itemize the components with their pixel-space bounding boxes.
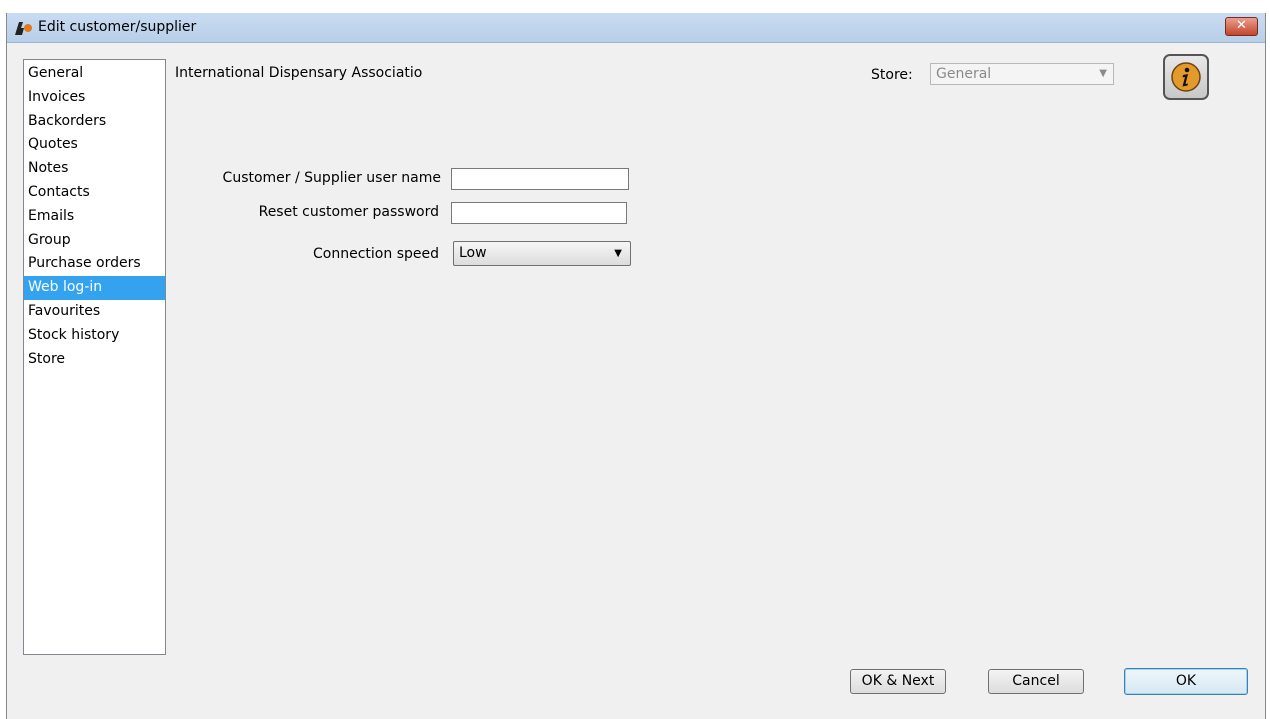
store-select: General ▼ — [930, 63, 1114, 85]
info-button[interactable] — [1163, 54, 1209, 100]
cancel-button[interactable]: Cancel — [988, 669, 1084, 694]
username-label: Customer / Supplier user name — [222, 170, 441, 186]
sidebar-item-emails[interactable]: Emails — [24, 205, 165, 229]
close-button[interactable]: ✕ — [1225, 17, 1258, 36]
sidebar-item-store[interactable]: Store — [24, 348, 165, 372]
sidebar-item-notes[interactable]: Notes — [24, 157, 165, 181]
window-title: Edit customer/supplier — [38, 19, 197, 35]
chevron-down-icon: ▼ — [614, 248, 622, 259]
app-icon — [15, 22, 32, 35]
sidebar-item-group[interactable]: Group — [24, 229, 165, 253]
sidebar-item-contacts[interactable]: Contacts — [24, 181, 165, 205]
chevron-down-icon: ▼ — [1099, 68, 1107, 79]
ok-button[interactable]: OK — [1124, 668, 1248, 695]
store-select-value: General — [936, 66, 992, 82]
info-icon — [1171, 62, 1201, 92]
password-input[interactable] — [451, 202, 627, 224]
sidebar-item-invoices[interactable]: Invoices — [24, 86, 165, 110]
sidebar-item-purchase-orders[interactable]: Purchase orders — [24, 252, 165, 276]
sidebar-item-backorders[interactable]: Backorders — [24, 110, 165, 134]
username-input[interactable] — [451, 168, 629, 190]
connection-speed-select[interactable]: Low ▼ — [453, 241, 631, 266]
connection-speed-label: Connection speed — [313, 246, 439, 262]
sidebar-item-quotes[interactable]: Quotes — [24, 133, 165, 157]
sidebar-item-favourites[interactable]: Favourites — [24, 300, 165, 324]
customer-name: International Dispensary Associatio — [175, 65, 423, 81]
title-bar[interactable]: Edit customer/supplier ✕ — [7, 13, 1265, 43]
sidebar-item-web-log-in[interactable]: Web log-in — [24, 276, 165, 300]
ok-next-button[interactable]: OK & Next — [850, 669, 946, 694]
store-label: Store: — [871, 67, 913, 83]
connection-speed-value: Low — [459, 245, 487, 261]
edit-customer-window: Edit customer/supplier ✕ General Invoice… — [6, 13, 1266, 719]
sidebar-item-stock-history[interactable]: Stock history — [24, 324, 165, 348]
sidebar-item-general[interactable]: General — [24, 62, 165, 86]
password-label: Reset customer password — [258, 204, 439, 220]
section-list: General Invoices Backorders Quotes Notes… — [23, 59, 166, 655]
